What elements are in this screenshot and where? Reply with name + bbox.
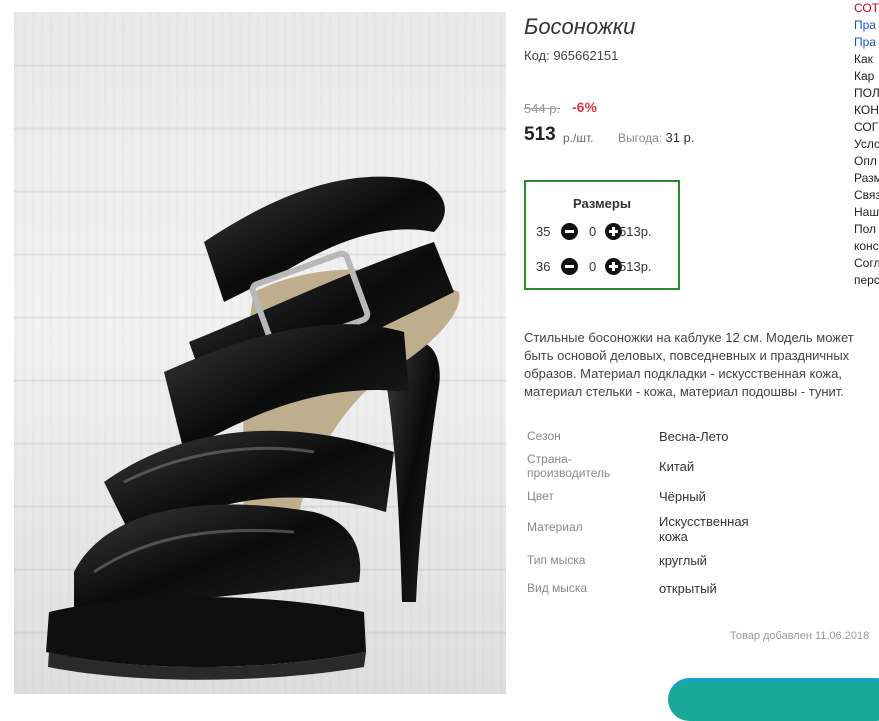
side-link[interactable]: СОГ	[854, 119, 879, 136]
side-link[interactable]: Кар	[854, 68, 879, 85]
attr-label-color: Цвет	[527, 489, 554, 503]
description-line: материал стельки - кожа, материал подошв…	[524, 384, 844, 399]
size-subtotal: 513р.	[619, 259, 652, 274]
size-number: 36	[536, 259, 551, 274]
sandal-illustration	[46, 176, 460, 680]
side-link[interactable]: Опл	[854, 153, 879, 170]
side-link[interactable]: ПОЛ	[854, 85, 879, 102]
cta-button[interactable]	[668, 678, 879, 721]
saving-label: Выгода:	[618, 131, 663, 145]
side-link[interactable]: СОТ	[854, 0, 879, 17]
product-title: Босоножки	[524, 14, 636, 39]
side-link[interactable]: Пра	[854, 17, 879, 34]
side-link[interactable]: Наш	[854, 204, 879, 221]
side-links: СОТ Пра Пра Как Кар ПОЛ КОН СОГ Усло Опл…	[854, 0, 879, 289]
attr-value-season: Весна-Лето	[659, 429, 729, 444]
attr-label-toe-view: Вид мыска	[527, 581, 588, 595]
side-link[interactable]: перс	[854, 272, 879, 289]
size-quantity: 0	[589, 259, 597, 274]
attr-label-toe-type: Тип мыска	[527, 553, 586, 567]
saving-value: 31 р.	[665, 130, 695, 145]
side-link[interactable]: Пра	[854, 34, 879, 51]
attr-label-country: Страна-производитель	[527, 452, 611, 480]
description-line: образов. Материал подкладки - искусствен…	[524, 366, 842, 381]
size-number: 35	[536, 224, 551, 239]
side-link[interactable]: Связ	[854, 187, 879, 204]
attr-value-toe-view: открытый	[659, 581, 717, 596]
side-link[interactable]: конс	[854, 238, 879, 255]
attr-value-material: Искусственная кожа	[659, 514, 749, 544]
size-quantity: 0	[589, 224, 597, 239]
side-link[interactable]: Усло	[854, 136, 879, 153]
side-link[interactable]: Согл	[854, 255, 879, 272]
product-photo[interactable]	[14, 12, 506, 694]
date-added: Товар добавлен 11.06.2018	[730, 630, 870, 642]
product-code: Код: 965662151	[524, 48, 619, 63]
side-link[interactable]: Как	[854, 51, 879, 68]
price-unit: р./шт.	[563, 131, 594, 145]
size-subtotal: 513р.	[619, 224, 652, 239]
attr-value-toe-type: круглый	[659, 553, 707, 568]
current-price: 513	[524, 124, 556, 145]
description-line: быть основой деловых, повседневных и пра…	[524, 348, 850, 363]
old-price: 544 р.	[524, 101, 561, 116]
side-link[interactable]: Разм	[854, 170, 879, 187]
product-description: Стильные босоножки на каблуке 12 см. Мод…	[524, 329, 879, 401]
attr-value-color: Чёрный	[659, 489, 706, 504]
sizes-panel: Размеры 35 0 513р. 36 0 513р.	[524, 180, 680, 290]
saving: Выгода: 31 р.	[618, 130, 694, 145]
attr-value-country: Китай	[659, 459, 695, 474]
minus-circle-icon[interactable]	[561, 223, 578, 240]
side-link[interactable]: КОН	[854, 102, 879, 119]
sizes-title: Размеры	[573, 196, 631, 211]
description-line: Стильные босоножки на каблуке 12 см. Мод…	[524, 330, 854, 345]
discount-badge: -6%	[572, 99, 597, 115]
minus-circle-icon[interactable]	[561, 258, 578, 275]
attr-label-season: Сезон	[527, 429, 561, 443]
attr-label-material: Материал	[527, 520, 583, 534]
side-link[interactable]: Пол	[854, 221, 879, 238]
